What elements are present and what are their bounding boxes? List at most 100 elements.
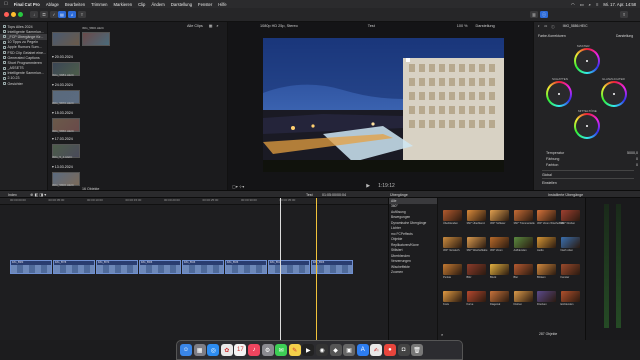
inspector-effect-name[interactable]: Farbe-Korrekturen (538, 34, 566, 38)
inspector-info-icon[interactable]: ⓘ (551, 24, 554, 29)
transition-thumbnail[interactable] (443, 264, 462, 275)
transition-thumbnail[interactable] (513, 237, 533, 248)
viewer-frame[interactable] (263, 38, 504, 172)
chrome-icon[interactable]: ● (383, 344, 396, 356)
settings-icon[interactable]: ⚙ (261, 344, 274, 356)
transition-thumbnail[interactable] (537, 237, 556, 248)
temperature-value[interactable]: 5000,0 (627, 151, 638, 155)
transition-thumbnail[interactable] (466, 237, 486, 248)
transition-thumbnail[interactable] (490, 291, 509, 302)
library-item[interactable]: Intelligente Sammlun... (0, 29, 47, 34)
keyword-icon[interactable]: ⚿ (40, 11, 48, 18)
menu-fenster[interactable]: Fenster (198, 2, 212, 7)
transition-thumbnail[interactable] (443, 237, 462, 248)
inspector-toggle-icon[interactable]: ⓘ (540, 11, 548, 18)
finder-icon[interactable]: ☺ (180, 344, 192, 356)
library-item[interactable]: Intelligente Sammlun... (0, 71, 47, 76)
menubar-clock[interactable]: Mi. 17. Apr. 14:58 (603, 2, 636, 7)
transition-thumbnail[interactable] (490, 237, 509, 248)
control-center-icon[interactable]: ≡ (596, 2, 598, 7)
play-button[interactable]: ▶ (366, 183, 370, 189)
libraries-toggle-icon[interactable]: ▤ (58, 11, 66, 18)
shadows-color-wheel[interactable] (546, 81, 572, 107)
browser-date-group[interactable]: ▾ 15.03.2024 (52, 111, 73, 115)
edit-buttons-icon[interactable]: ⊕ ◧ ◨ ▾ (30, 192, 46, 197)
hue-row[interactable]: Farbton 0 (546, 162, 638, 168)
menu-trimmen[interactable]: Trimmen (91, 2, 107, 7)
tint-value[interactable]: 0 (636, 157, 638, 161)
transition-thumbnail[interactable] (466, 291, 486, 302)
compressor-icon[interactable]: ▣ (343, 344, 356, 356)
import-icon[interactable]: ↓ (30, 11, 38, 18)
timeline-clip[interactable]: IMG_5836 (225, 260, 268, 274)
apple-icon[interactable]:  (4, 1, 8, 7)
transitions-search-icon[interactable]: ⌕ (441, 332, 443, 337)
analyze-icon[interactable]: ✓ (50, 11, 58, 18)
menu-darstellung[interactable]: Darstellung (171, 2, 192, 7)
midtones-color-wheel[interactable] (574, 113, 600, 139)
timeline-clip[interactable]: IMG_5806 (311, 260, 354, 274)
transition-thumbnail[interactable] (513, 291, 533, 302)
viewer-options-icon[interactable]: ▢▾ ⊹▾ (232, 184, 244, 189)
transition-thumbnail[interactable] (466, 264, 486, 275)
zoom-window-button[interactable] (18, 12, 23, 17)
calendar-icon[interactable]: 17 (234, 344, 247, 356)
timeline-clip[interactable]: IMG_5866 (139, 260, 182, 274)
music-icon[interactable]: ♪ (247, 344, 260, 356)
menu-ablage[interactable]: Ablage (46, 2, 59, 7)
library-item[interactable]: _FCP Übergänge für... (0, 34, 47, 40)
library-item[interactable]: Apple Rumors Sum... (0, 45, 47, 50)
transition-thumbnail[interactable] (560, 237, 580, 248)
photos-icon[interactable]: ✿ (220, 344, 233, 356)
timeline-clip[interactable]: IMG_5880 (10, 260, 53, 274)
inspector-color-icon[interactable]: ◐ (538, 24, 540, 28)
browser-date-group[interactable]: ▾ 20.03.2024 (52, 55, 73, 59)
clip-appearance-icon[interactable]: ▦ (209, 23, 213, 28)
clip-thumbnail[interactable] (82, 32, 110, 46)
browser-date-group[interactable]: ▾ 17.03.2024 (52, 137, 73, 141)
transition-thumbnail[interactable] (443, 291, 462, 302)
timeline-clip[interactable]: IMG_5870 (96, 260, 139, 274)
transition-thumbnail[interactable] (537, 291, 556, 302)
transition-thumbnail[interactable] (443, 210, 462, 221)
clip-filter-dropdown[interactable]: Alle Clips (187, 24, 203, 28)
appstore-icon[interactable]: A (356, 344, 369, 356)
browser-date-group[interactable]: ▾ 24.03.2024 (52, 83, 73, 87)
menu-markieren[interactable]: Markieren (114, 2, 133, 7)
transition-thumbnail[interactable] (513, 264, 533, 275)
browser-search-icon[interactable]: ⌕ (216, 24, 218, 28)
titles-generators-icon[interactable]: T (78, 11, 86, 18)
launchpad-icon[interactable]: ▦ (193, 344, 206, 356)
library-item[interactable]: FSD Clip Gelabel eine... (0, 50, 47, 55)
motion-icon[interactable]: ◆ (329, 344, 342, 356)
transition-thumbnail[interactable] (560, 210, 580, 221)
inspector-view-dropdown[interactable]: Darstellung (616, 34, 633, 38)
minimize-window-button[interactable] (11, 12, 16, 17)
transition-thumbnail[interactable] (537, 210, 556, 221)
timeline-clip[interactable]: IMG_5811 (268, 260, 311, 274)
finalcut-icon[interactable]: ▶ (302, 344, 315, 356)
safari-icon[interactable]: ◎ (207, 344, 220, 356)
clip-thumbnail[interactable] (52, 32, 80, 46)
inspector-video-icon[interactable]: ▭ (544, 24, 547, 28)
logic-icon[interactable]: ◉ (315, 344, 328, 356)
transitions-installed-label[interactable]: Installierte Übergänge (548, 193, 583, 197)
library-item[interactable]: Generated Captions (0, 55, 47, 60)
viewer-zoom-dropdown[interactable]: 100 % (457, 24, 468, 28)
timeline[interactable]: 00:00:00:00 00:00:05:00 00:00:10:00 00:00:1… (0, 198, 388, 340)
timeline-ruler[interactable]: 00:00:00:00 00:00:05:00 00:00:10:00 00:00:1… (0, 198, 388, 205)
trash-icon[interactable]: 🗑 (411, 344, 424, 356)
menu-bearbeiten[interactable]: Bearbeiten (65, 2, 85, 7)
textedit-icon[interactable]: ✍ (370, 344, 383, 356)
transition-thumbnail[interactable] (560, 291, 580, 302)
library-item[interactable]: Gesichter (0, 81, 47, 86)
timeline-index-button[interactable]: Index (8, 193, 17, 197)
transition-category[interactable]: Zoomen (389, 270, 437, 276)
transition-thumbnail[interactable] (537, 264, 556, 275)
highlights-color-wheel[interactable] (601, 81, 627, 107)
wifi-icon[interactable]: ◠ (571, 2, 575, 7)
share-icon[interactable]: ⇪ (620, 11, 628, 18)
menu-aendern[interactable]: Ändern (151, 2, 165, 7)
timeline-clip[interactable]: IMG_5878 (53, 260, 96, 274)
menu-hilfe[interactable]: Hilfe (218, 2, 226, 7)
